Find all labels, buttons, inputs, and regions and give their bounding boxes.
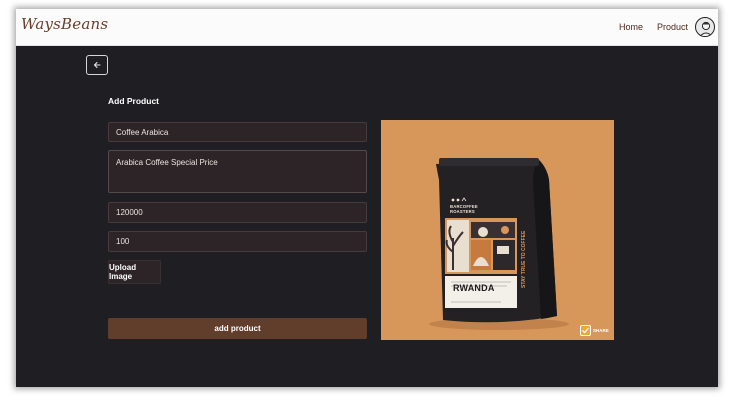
product-name-input[interactable]: Coffee Arabica: [108, 122, 367, 142]
navbar: WaysBeans Home Product: [16, 9, 718, 46]
share-label: SHARE: [593, 327, 609, 333]
user-avatar-icon[interactable]: [695, 17, 715, 37]
product-description-input[interactable]: Arabica Coffee Special Price: [108, 150, 367, 193]
upload-image-button[interactable]: Upload Image: [108, 260, 161, 284]
share-badge: SHARE: [580, 323, 611, 337]
logo[interactable]: WaysBeans: [21, 15, 108, 33]
product-stock-input[interactable]: 100: [108, 231, 367, 252]
product-image-preview: BARCOFFEE ROASTERS RWANDA STAY TRUE TO C…: [381, 120, 614, 340]
nav-link-product[interactable]: Product: [657, 22, 688, 32]
nav-link-home[interactable]: Home: [619, 22, 643, 32]
bag-tagline-text: STAY TRUE TO COFFEE: [521, 230, 527, 288]
add-product-button[interactable]: add product: [108, 318, 367, 339]
arrow-left-icon: [93, 61, 101, 69]
back-button[interactable]: [86, 55, 108, 75]
share-check-icon: [580, 324, 591, 336]
app-window: WaysBeans Home Product Add Product Coffe…: [16, 9, 718, 387]
coffee-bag-image: [429, 158, 569, 330]
bag-brand-text: BARCOFFEE ROASTERS: [450, 204, 478, 215]
bag-origin-text: RWANDA: [453, 283, 495, 293]
page-title: Add Product: [108, 96, 159, 106]
product-price-input[interactable]: 120000: [108, 202, 367, 223]
